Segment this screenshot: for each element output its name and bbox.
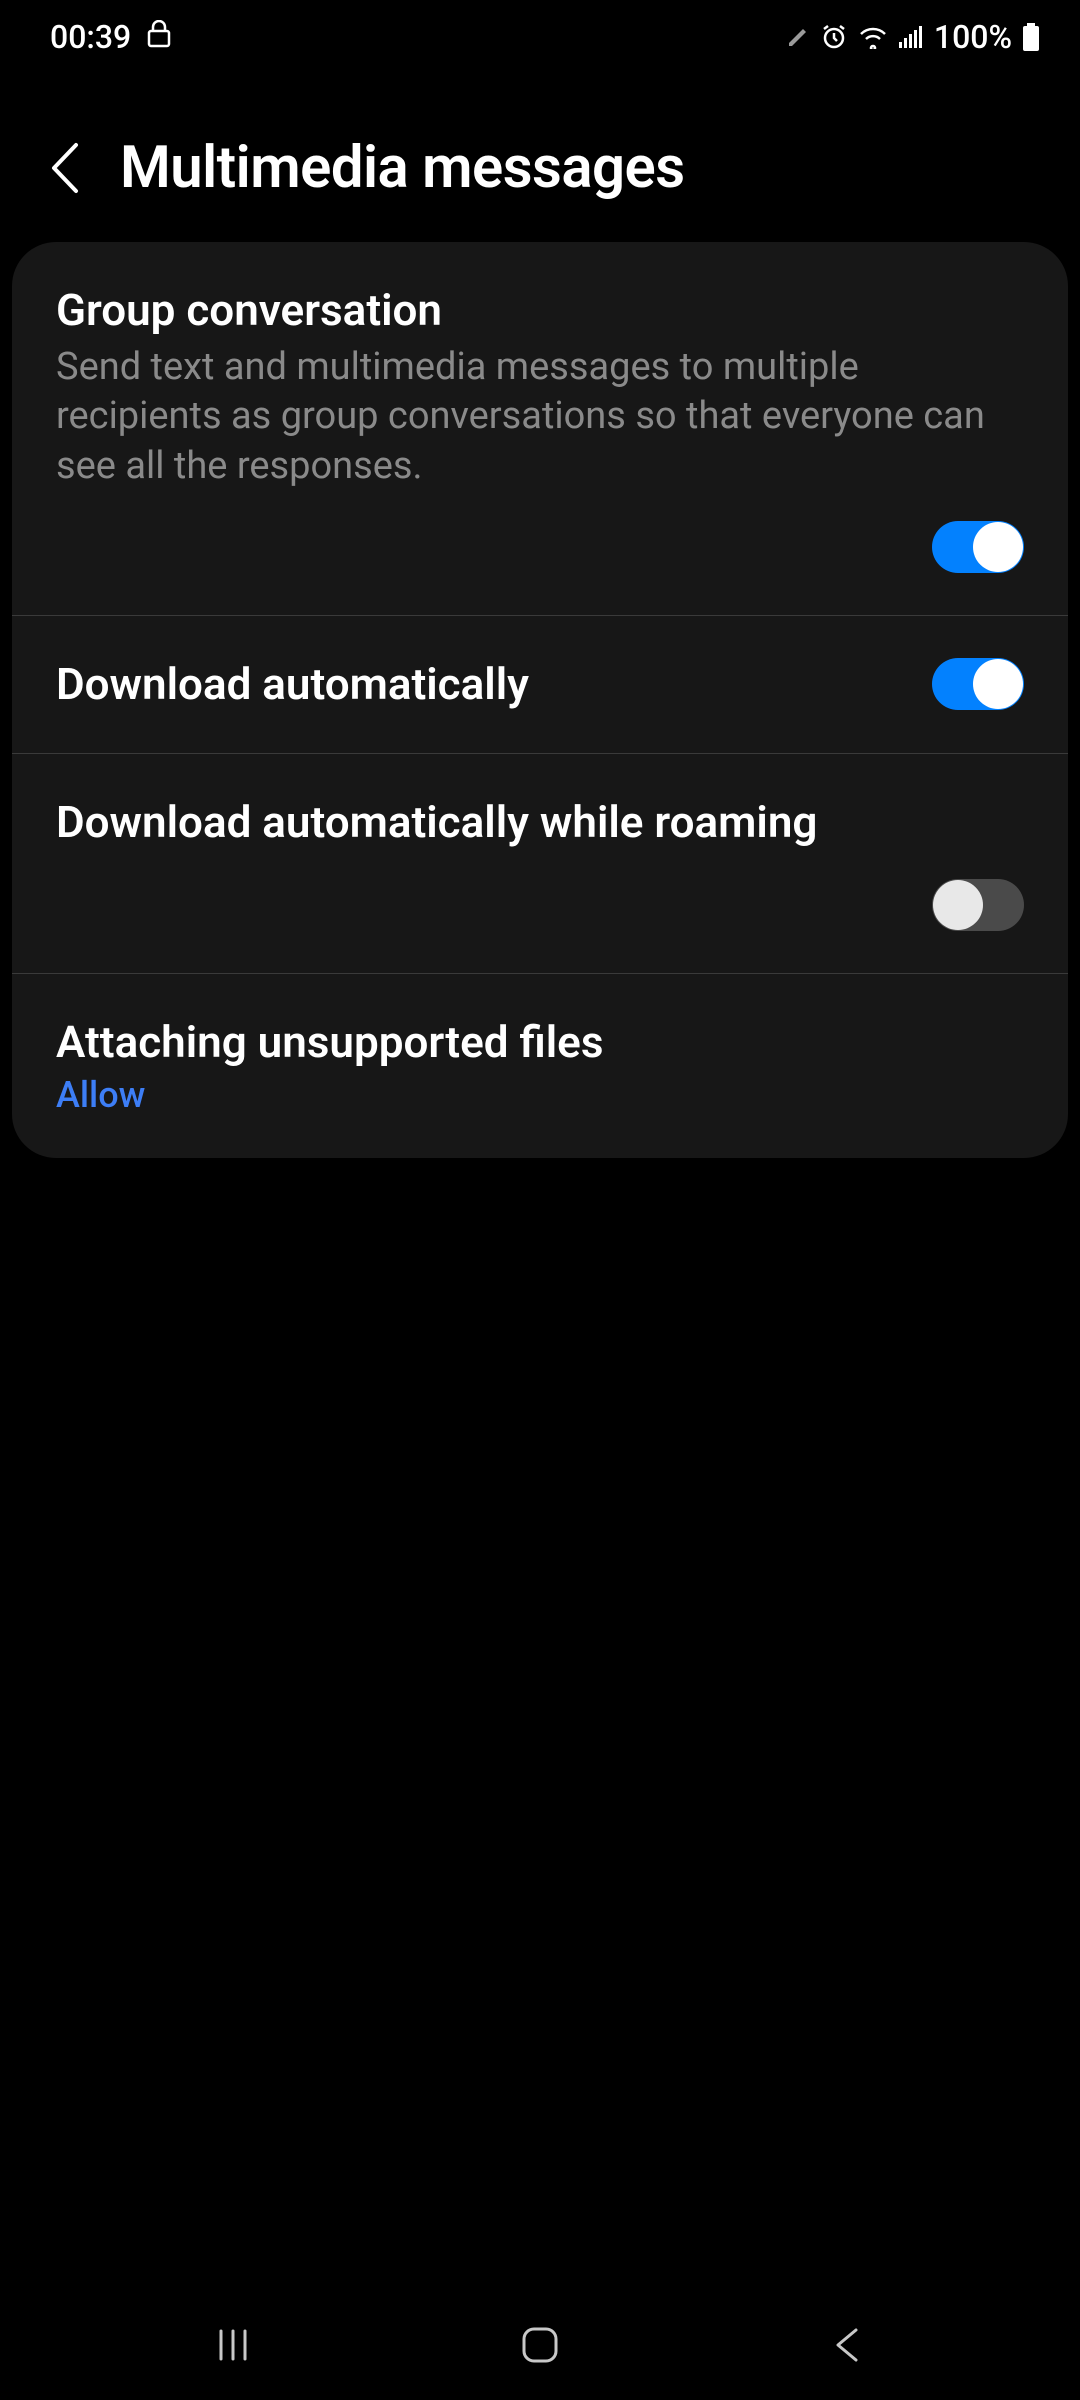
signal-icon — [898, 26, 924, 48]
status-time: 00:39 — [50, 18, 131, 56]
navigation-bar — [0, 2290, 1080, 2400]
pencil-icon — [786, 25, 810, 49]
status-right: 100% — [786, 18, 1040, 56]
chevron-left-icon — [48, 141, 82, 195]
setting-download-roaming[interactable]: Download automatically while roaming — [12, 754, 1068, 974]
chevron-left-icon — [832, 2324, 862, 2366]
nav-recents-button[interactable] — [203, 2315, 263, 2375]
toggle-download-roaming[interactable] — [932, 879, 1024, 931]
setting-description: Send text and multimedia messages to mul… — [56, 343, 1024, 491]
setting-unsupported-files[interactable]: Attaching unsupported files Allow — [12, 974, 1068, 1159]
home-icon — [519, 2324, 561, 2366]
lock-icon — [147, 18, 171, 56]
recents-icon — [213, 2325, 253, 2365]
setting-value: Allow — [56, 1074, 1024, 1116]
setting-title: Group conversation — [56, 284, 1024, 337]
setting-title: Download automatically while roaming — [56, 796, 1024, 849]
back-button[interactable] — [40, 143, 90, 193]
battery-text: 100% — [934, 18, 1012, 56]
alarm-icon — [820, 23, 848, 51]
header: Multimedia messages — [0, 74, 1080, 242]
setting-download-auto[interactable]: Download automatically — [12, 616, 1068, 754]
toggle-group-conversation[interactable] — [932, 521, 1024, 573]
setting-group-conversation[interactable]: Group conversation Send text and multime… — [12, 242, 1068, 616]
settings-card: Group conversation Send text and multime… — [12, 242, 1068, 1158]
battery-icon — [1022, 23, 1040, 51]
status-bar: 00:39 100% — [0, 0, 1080, 74]
status-left: 00:39 — [50, 18, 171, 56]
nav-home-button[interactable] — [510, 2315, 570, 2375]
wifi-icon — [858, 25, 888, 49]
setting-title: Download automatically — [56, 658, 529, 711]
setting-title: Attaching unsupported files — [56, 1016, 1024, 1069]
page-title: Multimedia messages — [120, 134, 685, 202]
nav-back-button[interactable] — [817, 2315, 877, 2375]
toggle-download-auto[interactable] — [932, 658, 1024, 710]
